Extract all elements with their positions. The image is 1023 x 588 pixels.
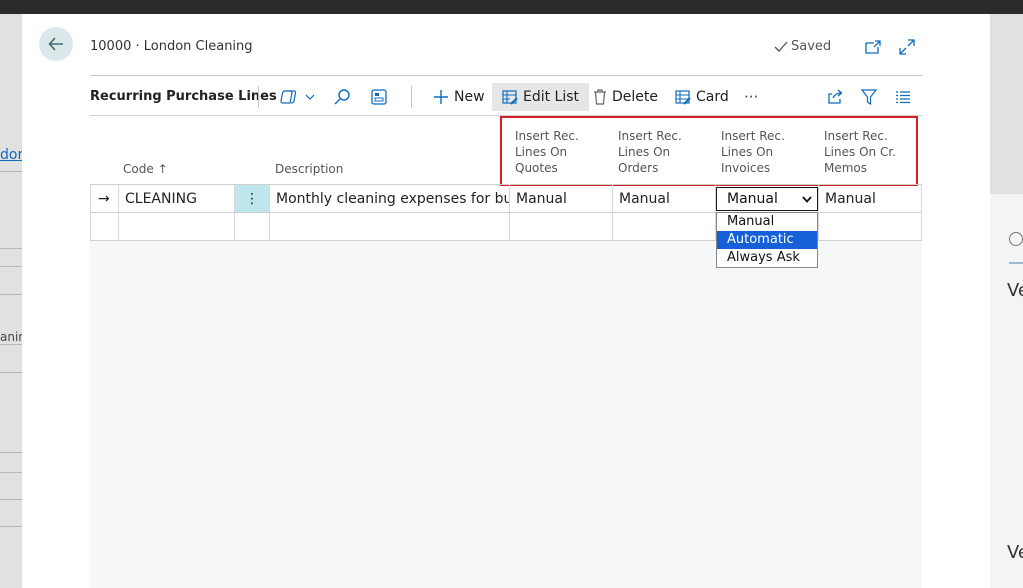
toolbar-separator (411, 86, 412, 108)
sort-ascending-icon: ↑ (157, 162, 168, 176)
filter-button[interactable] (861, 83, 877, 111)
background-divider (0, 171, 22, 172)
annotation-highlight-box (500, 116, 918, 186)
column-header-code-label: Code (123, 162, 154, 176)
orders-cell[interactable]: Manual (613, 185, 716, 213)
empty-cell[interactable] (613, 213, 716, 241)
search-icon (334, 89, 350, 105)
invoices-select[interactable]: Manual (716, 187, 818, 211)
arrow-left-icon (48, 37, 63, 51)
expand-button[interactable] (898, 38, 916, 56)
quotes-cell[interactable]: Manual (510, 185, 613, 213)
open-in-new-window-button[interactable] (864, 38, 882, 56)
search-button[interactable] (333, 83, 351, 111)
empty-cell[interactable] (270, 213, 510, 241)
toolbar-separator (258, 86, 259, 108)
open-new-window-icon (865, 40, 881, 54)
background-divider (0, 294, 22, 295)
background-divider (0, 248, 22, 249)
back-button[interactable] (39, 27, 73, 61)
column-header-description[interactable]: Description (275, 161, 343, 177)
code-cell[interactable]: CLEANING (119, 185, 235, 213)
background-divider (0, 472, 22, 473)
row-menu-icon[interactable]: ⋮ (235, 185, 270, 213)
edit-list-icon (502, 90, 518, 105)
row-indicator-arrow-icon: → (90, 185, 119, 213)
card-icon (675, 90, 691, 105)
breadcrumb: 10000 · London Cleaning (90, 39, 253, 54)
empty-cell (235, 213, 270, 241)
card-button[interactable]: Card (675, 83, 729, 111)
filter-icon (861, 89, 877, 105)
share-button[interactable] (827, 83, 845, 111)
background-divider (0, 526, 22, 527)
list-view-button[interactable] (895, 83, 911, 111)
more-options-button[interactable]: ··· (744, 83, 758, 111)
background-divider (0, 372, 22, 373)
background-factbox (990, 194, 1023, 588)
copilot-button[interactable] (280, 83, 315, 111)
new-button[interactable]: New (430, 83, 488, 111)
trash-icon (594, 89, 606, 105)
background-divider (0, 452, 22, 453)
info-icon (1009, 232, 1023, 246)
page-title: Recurring Purchase Lines (90, 89, 277, 104)
background-factbox-title: Ve (1007, 280, 1023, 301)
plus-icon (434, 90, 448, 104)
checkmark-icon (774, 41, 788, 52)
saved-status: Saved (774, 39, 831, 54)
card-button-label: Card (696, 89, 729, 105)
expand-icon (899, 39, 915, 55)
edit-list-button[interactable]: Edit List (492, 83, 590, 111)
invoices-dropdown-list: Manual Automatic Always Ask (716, 212, 818, 268)
copilot-icon (280, 90, 297, 104)
empty-cell (90, 213, 119, 241)
layout-icon (371, 89, 387, 105)
empty-grid-area (90, 241, 922, 588)
share-icon (828, 89, 843, 104)
show-as-button[interactable] (371, 83, 387, 111)
background-tab-underline (1009, 262, 1023, 264)
header-divider (90, 75, 922, 76)
cr-memos-cell[interactable]: Manual (819, 185, 922, 213)
more-options-label: ··· (744, 88, 759, 106)
invoices-select-value: Manual (727, 191, 778, 207)
empty-cell[interactable] (819, 213, 922, 241)
chevron-down-icon (305, 94, 315, 100)
list-icon (896, 91, 910, 104)
saved-label: Saved (791, 39, 832, 54)
background-vendor-link: dor (0, 147, 24, 163)
delete-button-label: Delete (612, 89, 658, 105)
delete-button[interactable]: Delete (593, 83, 658, 111)
background-divider (0, 499, 22, 500)
recurring-purchase-lines-dialog: 10000 · London Cleaning Saved Recurring … (22, 14, 990, 588)
background-divider (0, 266, 22, 267)
window-top-bar (0, 0, 1023, 14)
description-cell[interactable]: Monthly cleaning expenses for buil... (270, 185, 510, 213)
dropdown-option-manual[interactable]: Manual (717, 213, 817, 231)
new-button-label: New (454, 89, 485, 105)
empty-cell[interactable] (510, 213, 613, 241)
dropdown-option-always-ask[interactable]: Always Ask (717, 249, 817, 267)
column-header-code[interactable]: Code ↑ (123, 161, 168, 177)
chevron-down-icon (802, 196, 812, 203)
empty-cell[interactable] (119, 213, 235, 241)
background-factbox-title: Ve (1007, 542, 1023, 563)
edit-list-button-label: Edit List (523, 89, 580, 105)
background-divider (0, 344, 22, 345)
dropdown-option-automatic[interactable]: Automatic (717, 231, 817, 249)
